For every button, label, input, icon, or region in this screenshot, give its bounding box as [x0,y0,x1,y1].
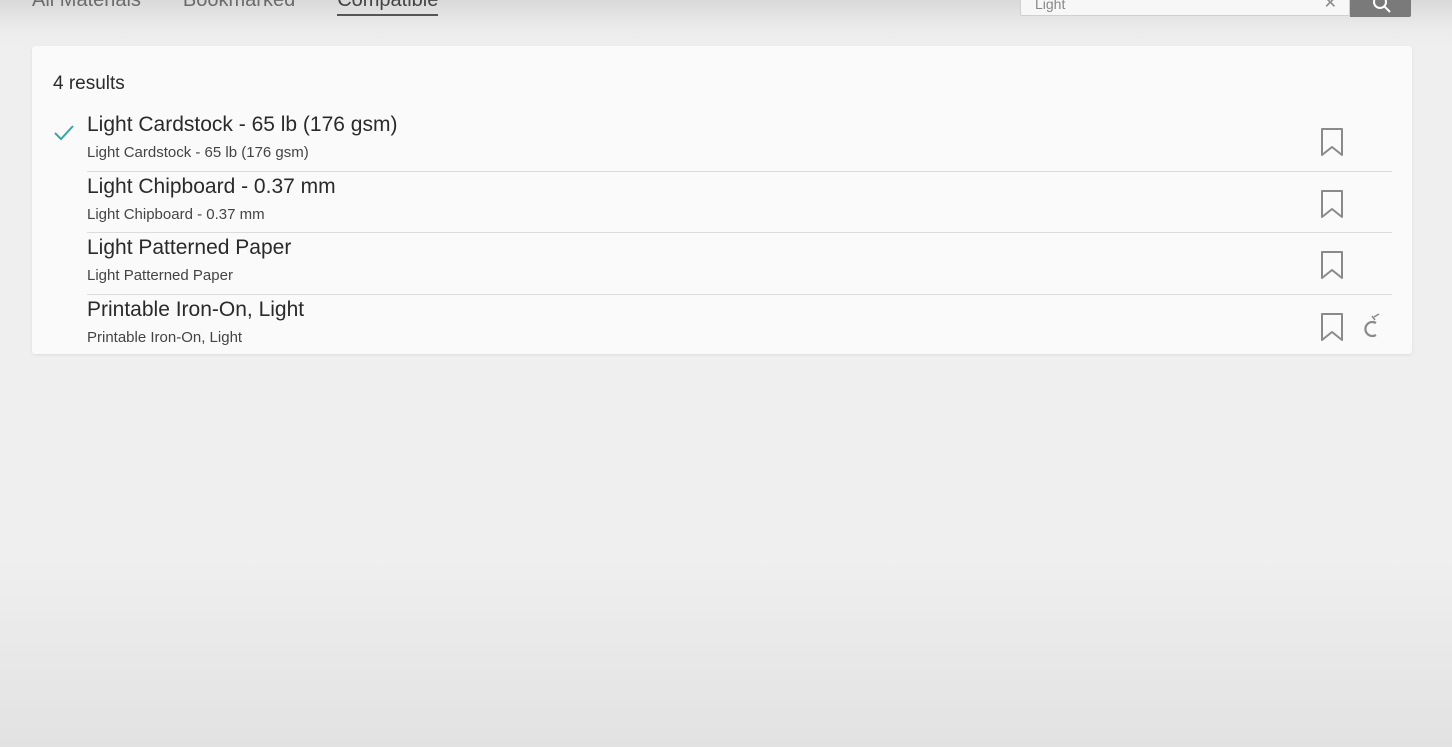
material-name: Light Cardstock - 65 lb (176 gsm) [87,113,398,136]
list-item[interactable]: Light Patterned Paper Light Patterned Pa… [32,233,1412,295]
material-subtitle: Light Patterned Paper [87,267,233,284]
material-subtitle: Light Chipboard - 0.37 mm [87,205,265,223]
material-name: Light Patterned Paper [87,236,292,259]
results-panel: 4 results Light Cardstock - 65 lb (176 g… [32,46,1412,354]
bookmark-icon[interactable] [1319,250,1345,280]
search-icon [1373,0,1391,13]
material-subtitle: Light Cardstock - 65 lb (176 gsm) [87,144,309,161]
list-item[interactable]: Printable Iron-On, Light Printable Iron-… [32,295,1412,357]
material-name: Printable Iron-On, Light [87,297,305,321]
material-tabs: All Materials Bookmarked Compatible [32,0,439,16]
bookmark-icon[interactable] [1319,127,1345,157]
clear-icon[interactable]: ✕ [1324,0,1337,15]
list-item[interactable]: Light Chipboard - 0.37 mm Light Chipboar… [32,172,1412,233]
top-bar: All Materials Bookmarked Compatible ✕ [0,0,1452,46]
search-box: ✕ [1020,0,1350,16]
material-subtitle: Printable Iron-On, Light [87,328,243,346]
results-count: 4 results [53,73,125,94]
checkmark-icon [54,125,74,141]
list-item[interactable]: Light Cardstock - 65 lb (176 gsm) Light … [32,110,1412,172]
search-button[interactable] [1350,0,1411,17]
bookmark-icon[interactable] [1319,189,1345,219]
tab-bookmarked[interactable]: Bookmarked [183,0,295,16]
results-list: Light Cardstock - 65 lb (176 gsm) Light … [32,110,1412,356]
search-input[interactable] [1021,0,1311,15]
material-name: Light Chipboard - 0.37 mm [87,174,336,198]
tab-all-materials[interactable]: All Materials [32,0,141,16]
custom-material-icon[interactable] [1358,312,1382,341]
tab-compatible[interactable]: Compatible [337,0,439,16]
bottom-fade [0,560,1452,747]
bookmark-icon[interactable] [1319,312,1345,342]
